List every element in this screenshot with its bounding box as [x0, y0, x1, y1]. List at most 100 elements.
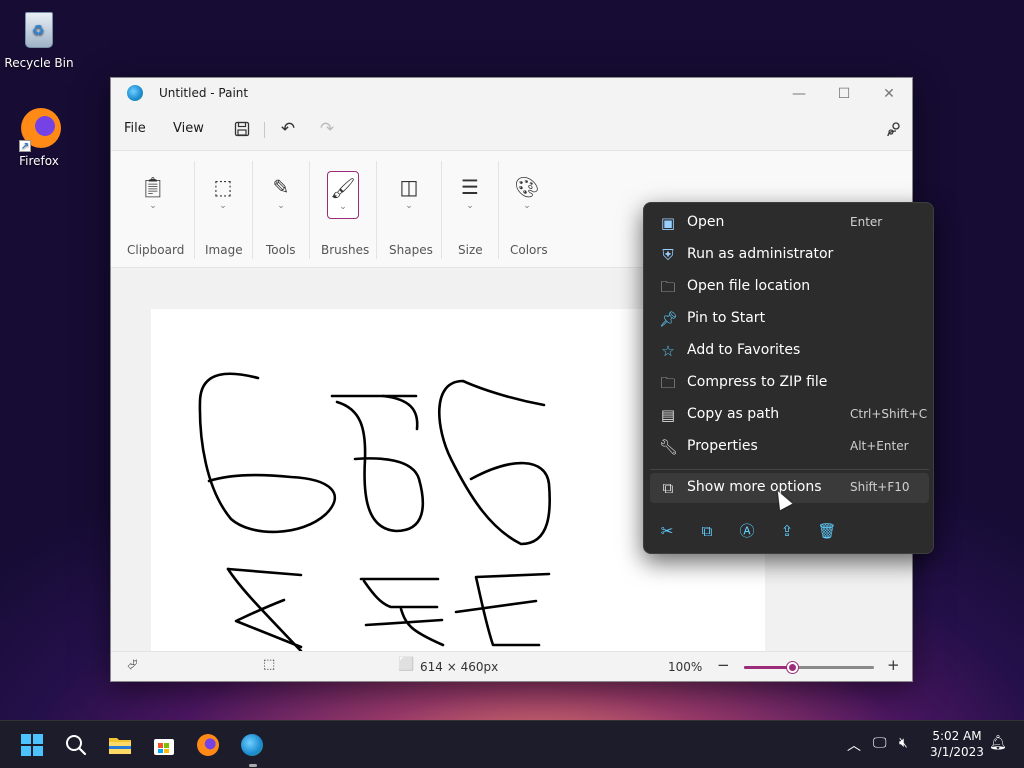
- delete-icon[interactable]: 🗑︎: [815, 519, 839, 543]
- shield-icon: ⛨: [662, 246, 674, 264]
- zoom-in-button[interactable]: +: [887, 656, 900, 674]
- search-icon[interactable]: [60, 729, 92, 761]
- desktop-icon-label: Firefox: [19, 154, 59, 168]
- recycle-bin-icon: ♻: [19, 8, 59, 52]
- zoom-readout: 100%: [668, 660, 703, 674]
- group-image: ⬚ ⌄ Image: [195, 151, 252, 269]
- ctx-label: Properties: [687, 438, 758, 454]
- group-label-colors: Colors: [510, 243, 548, 257]
- group-clipboard: 📋︎ ⌄ Clipboard: [111, 151, 194, 269]
- windows-logo-icon: [21, 734, 43, 756]
- brushes-button[interactable]: 🖌︎ ⌄: [327, 171, 359, 219]
- desktop-icon-firefox[interactable]: ↗ Firefox: [4, 106, 74, 168]
- ctx-label: Add to Favorites: [687, 342, 801, 358]
- settings-icon[interactable]: [882, 117, 906, 141]
- volume-muted-icon[interactable]: 🔇︎: [899, 735, 908, 751]
- group-label-clipboard: Clipboard: [127, 243, 185, 257]
- zoom-out-button[interactable]: −: [717, 656, 730, 674]
- ctx-label: Open file location: [687, 278, 811, 294]
- group-label-image: Image: [205, 243, 243, 257]
- zoom-slider-fill: [744, 666, 794, 669]
- copy-path-icon: ▤: [660, 406, 676, 424]
- paint-app-icon: [127, 85, 143, 101]
- clock-date: 3/1/2023: [930, 745, 984, 759]
- shapes-icon: ◫: [399, 175, 419, 199]
- network-icon[interactable]: 🖵︎: [873, 735, 887, 751]
- image-select-button[interactable]: ⬚ ⌄: [207, 171, 239, 219]
- ctx-label: Copy as path: [687, 406, 780, 422]
- rename-icon[interactable]: Ⓐ: [735, 519, 759, 543]
- tools-button[interactable]: ✎ ⌄: [265, 171, 297, 219]
- desktop-icon-recycle-bin[interactable]: ♻ Recycle Bin: [4, 8, 74, 70]
- clock-time: 5:02 AM: [932, 729, 982, 743]
- ctx-shortcut: Shift+F10: [850, 480, 910, 494]
- tools-icon: ✎: [272, 175, 290, 199]
- desktop-icon-label: Recycle Bin: [4, 56, 74, 70]
- menu-file[interactable]: File: [124, 121, 146, 136]
- copy-icon[interactable]: ⧉: [695, 519, 719, 543]
- chevron-down-icon: ⌄: [466, 201, 474, 211]
- ctx-item-properties[interactable]: 🔧︎ Properties Alt+Enter: [650, 432, 929, 462]
- more-options-icon: ⧉: [662, 479, 674, 497]
- undo-icon[interactable]: ↶: [276, 117, 300, 141]
- zoom-slider-thumb[interactable]: [787, 662, 799, 673]
- zoom-slider[interactable]: [744, 662, 874, 673]
- shapes-button[interactable]: ◫ ⌄: [393, 171, 425, 219]
- clipboard-button[interactable]: 📋︎ ⌄: [137, 171, 169, 219]
- cut-icon[interactable]: ✂: [655, 519, 679, 543]
- ctx-label: Pin to Start: [687, 310, 766, 326]
- share-icon[interactable]: ⇪: [775, 519, 799, 543]
- save-icon[interactable]: [230, 117, 254, 141]
- chevron-down-icon: ⌄: [405, 201, 413, 211]
- ctx-label: Compress to ZIP file: [687, 374, 828, 390]
- ctx-item-pin-to-start[interactable]: 📌︎ Pin to Start: [650, 304, 929, 334]
- taskbar: ︿ 🖵︎ 🔇︎ 5:02 AM 3/1/2023 🔔︎: [0, 720, 1024, 768]
- chevron-up-icon[interactable]: ︿: [847, 735, 861, 755]
- ctx-item-compress-zip[interactable]: 🗀 Compress to ZIP file: [650, 368, 929, 398]
- file-explorer-icon[interactable]: [104, 729, 136, 761]
- firefox-taskbar-icon[interactable]: [192, 729, 224, 761]
- folder-icon: 🗀: [660, 278, 676, 296]
- open-icon: ▣: [660, 214, 676, 232]
- ctx-shortcut: Enter: [850, 215, 883, 229]
- toolbar-separator: [264, 122, 265, 138]
- menu-view[interactable]: View: [173, 121, 204, 136]
- close-button[interactable]: ✕: [869, 82, 909, 106]
- group-label-tools: Tools: [266, 243, 296, 257]
- ctx-item-open[interactable]: ▣ Open Enter: [650, 208, 929, 238]
- pointer-icon[interactable]: ⮰: [127, 658, 137, 673]
- maximize-button[interactable]: ☐: [824, 82, 864, 106]
- ctx-shortcut: Ctrl+Shift+C: [850, 407, 928, 421]
- wrench-icon: 🔧︎: [659, 438, 679, 456]
- group-label-brushes: Brushes: [321, 243, 370, 257]
- star-icon: ☆: [661, 342, 675, 360]
- window-title: Untitled - Paint: [159, 86, 249, 100]
- redo-icon[interactable]: ↷: [315, 117, 339, 141]
- minimize-button[interactable]: —: [779, 82, 819, 106]
- ctx-label: Show more options: [687, 479, 822, 495]
- ctx-item-add-to-favorites[interactable]: ☆ Add to Favorites: [650, 336, 929, 366]
- status-bar: ⮰ ⬚ ⬜ 614 × 460px 100% − +: [111, 651, 912, 681]
- selection-icon: ⬚: [213, 175, 233, 199]
- ctx-separator: [650, 469, 929, 470]
- colors-button[interactable]: 🎨︎ ⌄: [511, 171, 543, 219]
- ctx-item-copy-as-path[interactable]: ▤ Copy as path Ctrl+Shift+C: [650, 400, 929, 430]
- ctx-item-open-file-location[interactable]: 🗀 Open file location: [650, 272, 929, 302]
- clock[interactable]: 5:02 AM 3/1/2023: [925, 728, 989, 760]
- zip-icon: 🗀: [660, 374, 676, 392]
- chevron-down-icon: ⌄: [219, 201, 227, 211]
- group-brushes: 🖌︎ ⌄ Brushes: [310, 151, 376, 269]
- palette-icon: 🎨︎: [514, 175, 540, 199]
- size-button[interactable]: ☰ ⌄: [454, 171, 486, 219]
- start-button[interactable]: [16, 729, 48, 761]
- notifications-icon[interactable]: 🔔︎: [989, 735, 1007, 751]
- chevron-down-icon: ⌄: [277, 201, 285, 211]
- paint-taskbar-icon[interactable]: [236, 729, 268, 761]
- group-shapes: ◫ ⌄ Shapes: [377, 151, 441, 269]
- chevron-down-icon: ⌄: [523, 201, 531, 211]
- ctx-item-run-as-admin[interactable]: ⛨ Run as administrator: [650, 240, 929, 270]
- firefox-icon: ↗: [19, 106, 61, 152]
- title-bar[interactable]: Untitled - Paint — ☐ ✕: [111, 78, 912, 110]
- ctx-label: Open: [687, 214, 725, 230]
- microsoft-store-icon[interactable]: [148, 729, 180, 761]
